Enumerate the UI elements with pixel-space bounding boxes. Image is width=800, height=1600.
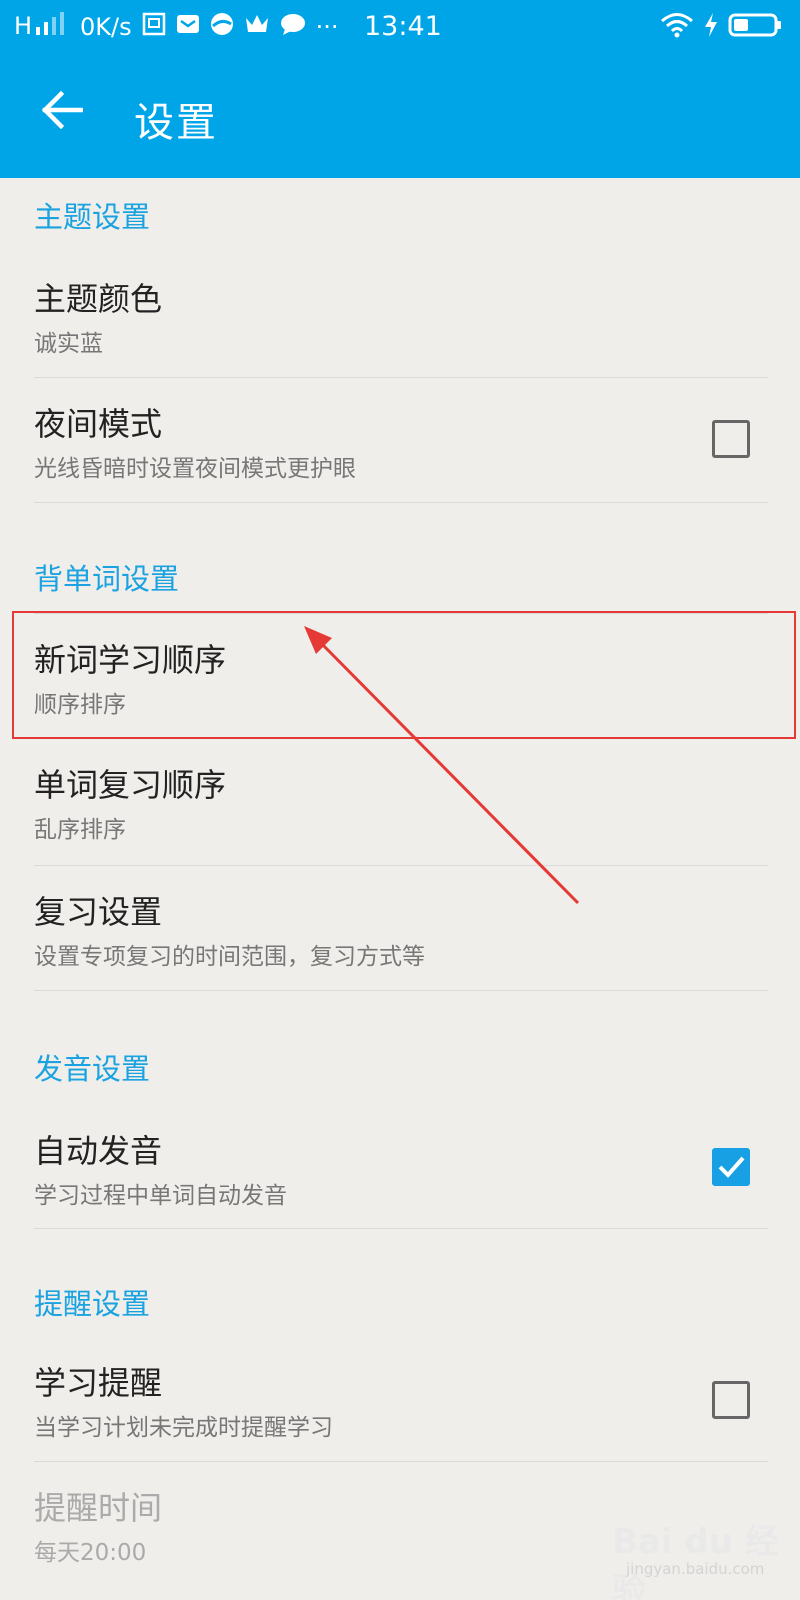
section-header-words: 背单词设置 — [34, 562, 180, 596]
section-header-pronunciation: 发音设置 — [34, 1052, 151, 1086]
setting-title: 复习设置 — [34, 893, 163, 931]
setting-subtitle: 乱序排序 — [34, 817, 126, 843]
auto-pronounce-checkbox[interactable] — [712, 1148, 750, 1186]
setting-night-mode[interactable]: 夜间模式 光线昏暗时设置夜间模式更护眼 — [0, 377, 800, 501]
setting-title: 主题颜色 — [34, 280, 163, 318]
setting-title: 提醒时间 — [34, 1489, 163, 1527]
divider — [34, 1228, 768, 1229]
setting-study-reminder[interactable]: 学习提醒 当学习计划未完成时提醒学习 — [0, 1336, 800, 1460]
setting-title: 学习提醒 — [34, 1364, 163, 1402]
divider — [34, 990, 768, 991]
charging-bolt-icon — [704, 12, 718, 44]
status-time: 13:41 — [364, 11, 442, 42]
setting-subtitle: 诚实蓝 — [34, 331, 103, 357]
wifi-icon — [660, 12, 694, 44]
page-title: 设置 — [134, 100, 218, 146]
divider — [34, 502, 768, 503]
status-right — [660, 12, 782, 44]
highlight-box — [12, 611, 796, 739]
crown-icon — [244, 12, 270, 42]
status-bar: H 0K/s ··· 13:41 — [0, 0, 800, 54]
section-header-theme: 主题设置 — [34, 200, 151, 234]
watermark-url: jingyan.baidu.com — [626, 1560, 765, 1578]
arrow-left-icon — [41, 90, 84, 133]
night-mode-checkbox[interactable] — [712, 420, 750, 458]
setting-theme-color[interactable]: 主题颜色 诚实蓝 — [0, 252, 800, 376]
setting-subtitle: 设置专项复习的时间范围，复习方式等 — [34, 944, 425, 970]
signal-icon: H — [14, 11, 70, 43]
ball-icon — [210, 12, 234, 42]
setting-subtitle: 当学习计划未完成时提醒学习 — [34, 1415, 333, 1441]
watermark: Bai du 经验 jingyan.baidu.com — [612, 1508, 792, 1600]
back-button[interactable] — [36, 86, 88, 138]
mail-icon — [176, 12, 200, 42]
more-notifications: ··· — [315, 13, 339, 41]
battery-icon — [728, 12, 782, 44]
status-left: H 0K/s ··· — [14, 11, 339, 43]
setting-title: 自动发音 — [34, 1132, 163, 1170]
watermark-logo: Bai du 经验 — [612, 1522, 779, 1600]
app-bar: 设置 — [0, 54, 800, 178]
section-header-reminder: 提醒设置 — [34, 1287, 151, 1321]
setting-subtitle: 学习过程中单词自动发音 — [34, 1183, 287, 1209]
setting-title: 夜间模式 — [34, 405, 163, 443]
setting-title: 单词复习顺序 — [34, 766, 227, 804]
study-reminder-checkbox[interactable] — [712, 1381, 750, 1419]
net-speed: 0K/s — [80, 13, 132, 41]
notification-box-icon — [142, 12, 166, 42]
chat-bubble-icon — [280, 12, 306, 42]
setting-auto-pronounce[interactable]: 自动发音 学习过程中单词自动发音 — [0, 1104, 800, 1228]
setting-review-settings[interactable]: 复习设置 设置专项复习的时间范围，复习方式等 — [0, 865, 800, 989]
setting-review-order[interactable]: 单词复习顺序 乱序排序 — [0, 738, 800, 862]
setting-subtitle: 光线昏暗时设置夜间模式更护眼 — [34, 456, 356, 482]
setting-subtitle: 每天20:00 — [34, 1540, 147, 1566]
svg-text:H: H — [14, 12, 32, 37]
